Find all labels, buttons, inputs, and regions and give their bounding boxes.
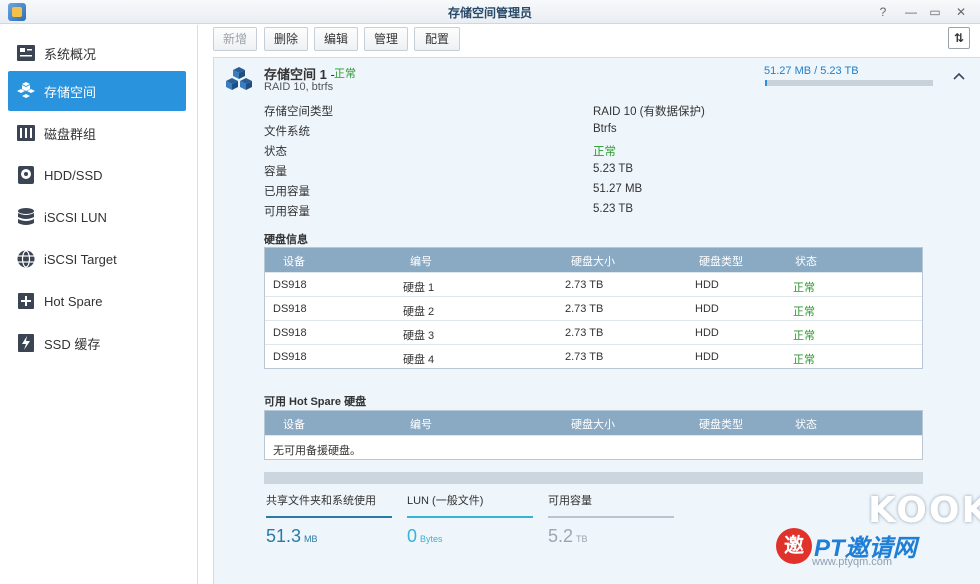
chevron-up-icon[interactable]	[952, 70, 966, 84]
sidebar-item-label: 磁盘群组	[44, 126, 97, 142]
volume-icon	[16, 81, 36, 101]
volume-subtitle: RAID 10, btrfs	[264, 81, 334, 93]
help-icon[interactable]: ?	[874, 3, 892, 21]
config-button[interactable]: 配置	[414, 27, 460, 51]
table-row[interactable]: DS918 硬盘 1 2.73 TB HDD 正常	[265, 272, 922, 296]
sidebar-item-volume[interactable]: 存储空间	[8, 71, 186, 111]
column-header[interactable]: 编号	[410, 253, 432, 269]
maximize-icon[interactable]: ▭	[926, 3, 944, 21]
sidebar: 系统概况 存储空间 磁盘群组 HDD/SSD iSCSI LUN iSCSI T…	[0, 25, 198, 584]
sidebar-item-ssd-cache[interactable]: SSD 缓存	[8, 323, 186, 363]
disk-group-icon	[16, 123, 36, 143]
prop-value-filesystem: Btrfs	[593, 123, 617, 135]
prop-label-filesystem: 文件系统	[264, 126, 310, 138]
prop-value-status: 正常	[593, 146, 616, 158]
column-header[interactable]: 编号	[410, 416, 432, 432]
stat-label: LUN (一般文件)	[407, 495, 484, 507]
stat-value: 51.3 MB	[266, 526, 318, 546]
column-header[interactable]: 硬盘大小	[571, 253, 615, 269]
plus-icon	[16, 291, 36, 311]
title-bar: 存储空间管理员 ? — ▭ ✕	[0, 0, 980, 24]
column-header[interactable]: 设备	[283, 416, 305, 432]
table-row[interactable]: DS918 硬盘 3 2.73 TB HDD 正常	[265, 320, 922, 344]
new-button[interactable]: 新增	[213, 27, 257, 51]
prop-value-used: 51.27 MB	[593, 183, 643, 195]
sidebar-item-hdd-ssd[interactable]: HDD/SSD	[8, 155, 186, 195]
table-row[interactable]: DS918 硬盘 4 2.73 TB HDD 正常	[265, 344, 922, 368]
prop-label-available: 可用容量	[264, 206, 310, 218]
stat-shared-folders: 共享文件夹和系统使用 51.3 MB	[266, 492, 392, 547]
volume-panel: 存储空间 1 - 正常 RAID 10, btrfs 51.27 MB / 5.…	[213, 57, 980, 584]
hot-spare-table: 设备 编号 硬盘大小 硬盘类型 状态 无可用备援硬盘。	[264, 410, 923, 460]
usage-bar	[765, 80, 933, 86]
empty-text: 无可用备援硬盘。	[273, 445, 361, 457]
table-header: 设备 编号 硬盘大小 硬盘类型 状态	[265, 248, 922, 272]
empty-row: 无可用备援硬盘。	[265, 435, 922, 459]
column-header[interactable]: 硬盘大小	[571, 416, 615, 432]
globe-icon	[16, 249, 36, 269]
disk-info-table: 设备 编号 硬盘大小 硬盘类型 状态 DS918 硬盘 1 2.73 TB HD…	[264, 247, 923, 369]
watermark-badge: 邀	[776, 528, 812, 564]
lightning-icon	[16, 333, 36, 353]
stat-line	[266, 516, 392, 518]
prop-label-used: 已用容量	[264, 186, 310, 198]
table-row[interactable]: DS918 硬盘 2 2.73 TB HDD 正常	[265, 296, 922, 320]
usage-bar-fill	[765, 80, 767, 86]
volume-usage-text: 51.27 MB / 5.23 TB	[764, 65, 859, 77]
column-header[interactable]: 状态	[795, 253, 817, 269]
stat-available: 可用容量 5.2 TB	[548, 492, 674, 547]
hdd-icon	[16, 165, 36, 185]
stat-value: 5.2 TB	[548, 526, 588, 546]
disk-info-title: 硬盘信息	[264, 234, 308, 246]
table-header: 设备 编号 硬盘大小 硬盘类型 状态	[265, 411, 922, 435]
minimize-icon[interactable]: —	[902, 3, 920, 21]
manage-button[interactable]: 管理	[364, 27, 408, 51]
sidebar-item-disk-group[interactable]: 磁盘群组	[8, 113, 186, 153]
sidebar-item-label: iSCSI Target	[44, 251, 117, 267]
sidebar-item-label: 存储空间	[44, 84, 97, 100]
stat-lun: LUN (一般文件) 0 Bytes	[407, 492, 533, 547]
sidebar-item-hot-spare[interactable]: Hot Spare	[8, 281, 186, 321]
column-header[interactable]: 状态	[795, 416, 817, 432]
stat-label: 可用容量	[548, 495, 592, 507]
volume-icon	[226, 67, 252, 90]
stats-bar	[264, 472, 923, 484]
window-title: 存储空间管理员	[447, 6, 532, 20]
delete-button[interactable]: 删除	[264, 27, 308, 51]
prop-value-available: 5.23 TB	[593, 203, 634, 215]
sidebar-item-label: 系统概况	[44, 46, 97, 62]
sidebar-item-iscsi-target[interactable]: iSCSI Target	[8, 239, 186, 279]
sidebar-item-label: HDD/SSD	[44, 167, 103, 183]
prop-value-capacity: 5.23 TB	[593, 163, 634, 175]
column-header[interactable]: 硬盘类型	[699, 416, 743, 432]
database-icon	[16, 207, 36, 227]
overview-icon	[16, 43, 36, 63]
sidebar-item-label: Hot Spare	[44, 293, 103, 309]
stat-label: 共享文件夹和系统使用	[266, 495, 376, 507]
edit-button[interactable]: 编辑	[314, 27, 358, 51]
prop-label-volume-type: 存储空间类型	[264, 106, 333, 118]
column-header[interactable]: 设备	[283, 253, 305, 269]
close-icon[interactable]: ✕	[952, 3, 970, 21]
stat-line	[407, 516, 533, 518]
sidebar-item-overview[interactable]: 系统概况	[8, 33, 186, 73]
watermark-brand: KOOK	[868, 490, 980, 531]
sidebar-item-label: SSD 缓存	[44, 336, 101, 352]
sidebar-item-label: iSCSI LUN	[44, 209, 107, 225]
watermark-url: www.ptyqm.com	[812, 556, 893, 568]
sort-icon[interactable]: ⇅	[948, 27, 970, 49]
hot-spare-title: 可用 Hot Spare 硬盘	[264, 396, 367, 408]
prop-label-status: 状态	[264, 146, 287, 158]
volume-status: 正常	[334, 68, 356, 80]
prop-value-volume-type: RAID 10 (有数据保护)	[593, 106, 705, 118]
prop-label-capacity: 容量	[264, 166, 287, 178]
sidebar-item-iscsi-lun[interactable]: iSCSI LUN	[8, 197, 186, 237]
toolbar: 新增 删除 编辑 管理 配置 ⇅	[199, 25, 980, 57]
stat-value: 0 Bytes	[407, 526, 443, 546]
stat-line	[548, 516, 674, 518]
column-header[interactable]: 硬盘类型	[699, 253, 743, 269]
